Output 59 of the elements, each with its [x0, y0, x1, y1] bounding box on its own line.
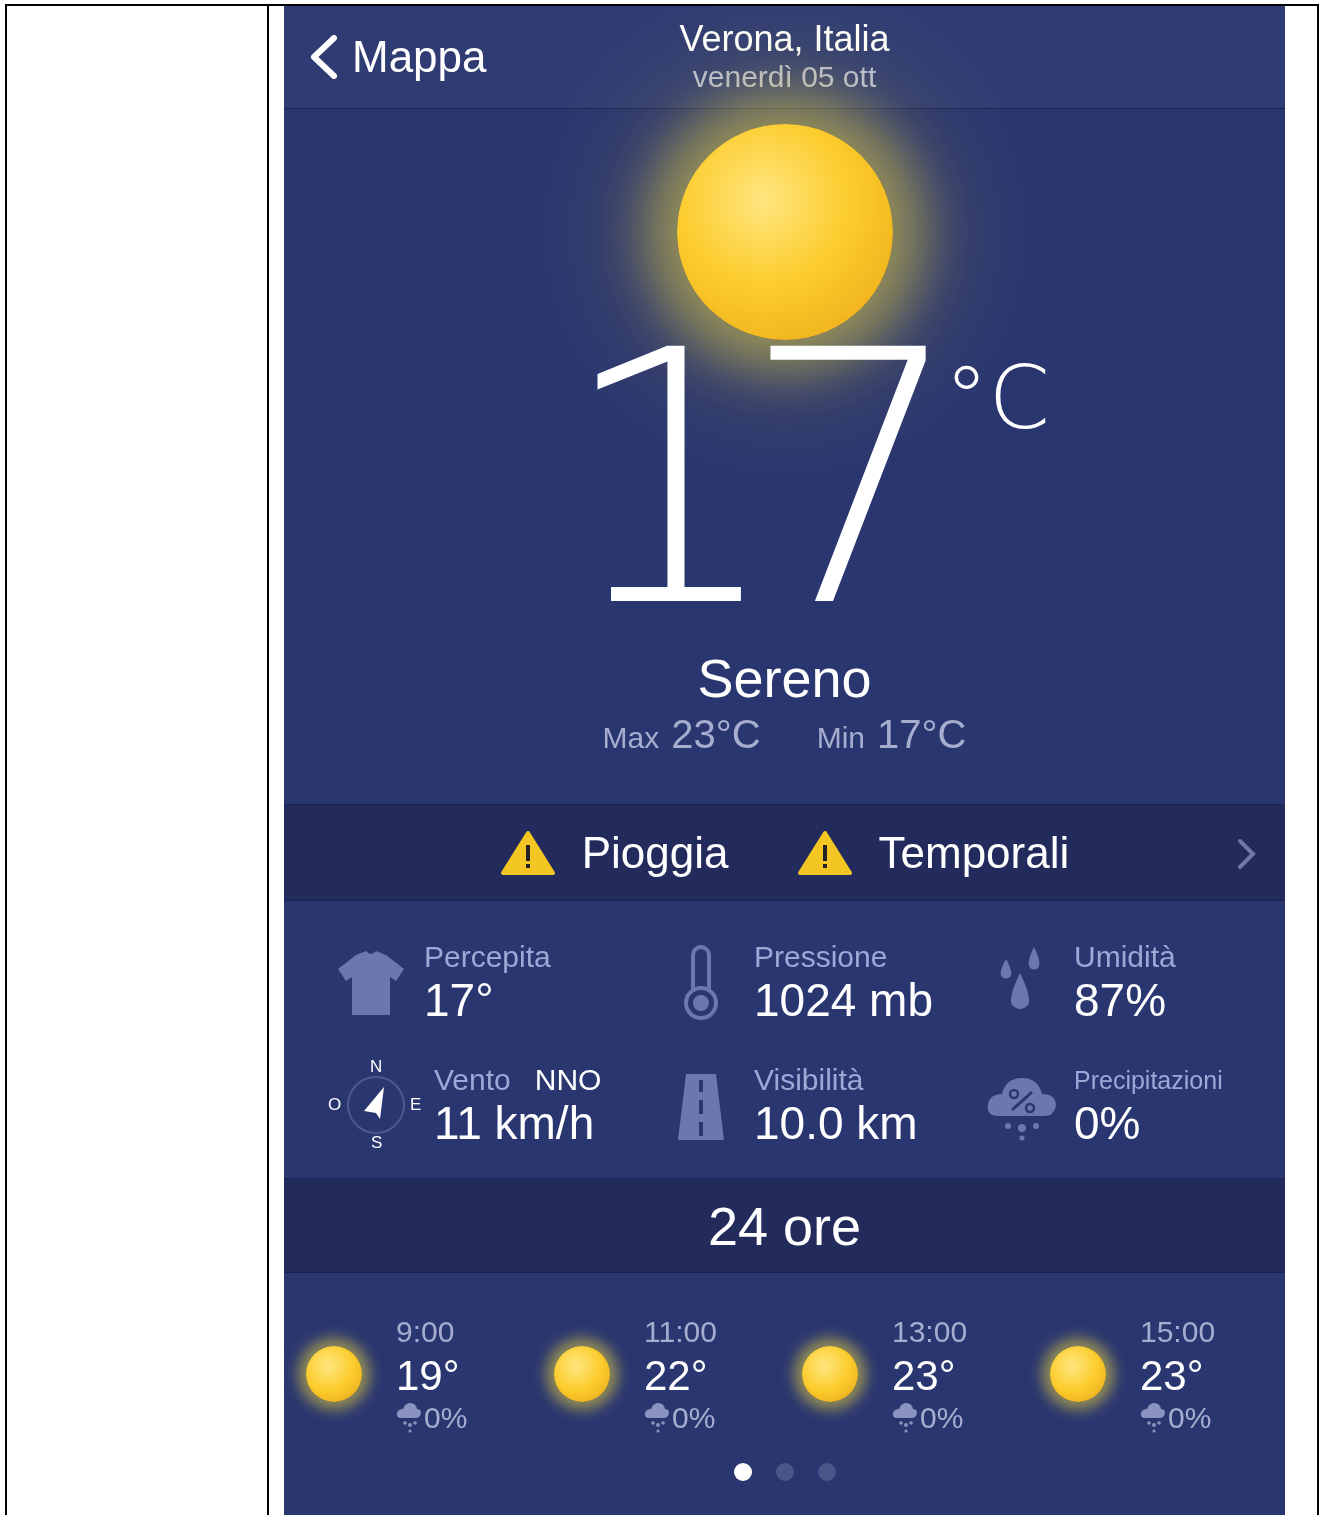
warning-icon: [499, 829, 556, 876]
back-button[interactable]: Mappa: [284, 31, 493, 83]
compass-letter: O: [328, 1095, 342, 1116]
detail-value: 17°: [424, 973, 495, 1026]
hour-temperature: 23°: [892, 1351, 957, 1401]
date-subtitle: venerdì 05 ott: [692, 59, 877, 95]
rain-chance: 0%: [672, 1401, 716, 1435]
detail-value: 1024 mb: [754, 973, 933, 1026]
max-label: Max: [602, 721, 660, 755]
back-chevron-icon: [308, 35, 338, 79]
compass-letter: S: [371, 1133, 383, 1154]
rain-cloud-icon: [1140, 1402, 1166, 1434]
min-label: Min: [816, 721, 865, 755]
warning-icon: [796, 829, 853, 876]
page-dot[interactable]: [817, 1463, 836, 1481]
rain-chance: 0%: [1168, 1401, 1212, 1435]
alert-label: Temporali: [878, 827, 1070, 878]
detail-label: Precipitazioni: [1074, 1065, 1223, 1097]
hour-time: 9:00: [396, 1314, 456, 1350]
hour-time: 11:00: [644, 1314, 717, 1350]
chevron-right-icon: [1237, 838, 1257, 870]
rain-cloud-icon: [892, 1402, 918, 1434]
detail-label: Percepita: [424, 939, 551, 974]
detail-value: 10.0 km: [754, 1097, 918, 1150]
hour-temperature: 23°: [1140, 1351, 1205, 1401]
condition: Sereno: [697, 647, 872, 710]
compass-icon: [346, 1075, 406, 1136]
wind-direction: NNO: [534, 1063, 602, 1098]
detail-label: Pressione: [754, 939, 888, 974]
sun-icon: [554, 1346, 610, 1402]
hour-temperature: 19°: [396, 1351, 461, 1401]
alert-label: Pioggia: [581, 827, 729, 878]
section-header: 24 ore: [284, 1178, 1285, 1273]
rain-cloud-icon: [396, 1402, 422, 1434]
detail-label: Umidità: [1074, 939, 1176, 974]
compass-letter: N: [370, 1057, 383, 1078]
rain-chance: 0%: [920, 1401, 964, 1435]
hour-time: 15:00: [1140, 1314, 1216, 1350]
temperature-unit: °C: [944, 345, 1050, 451]
alerts-bar[interactable]: Pioggia Temporali: [284, 804, 1285, 901]
temperature: 17: [559, 330, 925, 630]
max-temperature: 23°C: [671, 712, 761, 757]
hour-temperature: 22°: [644, 1351, 709, 1401]
sun-icon: [306, 1346, 362, 1402]
location-title: Verona, Italia: [679, 19, 890, 59]
rain-cloud-icon: [644, 1402, 670, 1434]
detail-label: Vento: [434, 1063, 511, 1098]
rain-chance: 0%: [424, 1401, 468, 1435]
page-dot[interactable]: [733, 1463, 752, 1481]
compass-letter: E: [410, 1095, 422, 1116]
detail-value: 87%: [1074, 973, 1168, 1026]
hour-time: 13:00: [892, 1314, 968, 1350]
sun-icon: [802, 1346, 858, 1402]
sun-icon: [1050, 1346, 1106, 1402]
detail-label: Visibilità: [754, 1063, 864, 1098]
min-temperature: 17°C: [877, 712, 967, 757]
page-dot[interactable]: [775, 1463, 794, 1481]
detail-value: 0%: [1074, 1097, 1142, 1150]
detail-value: 11 km/h: [434, 1097, 596, 1150]
